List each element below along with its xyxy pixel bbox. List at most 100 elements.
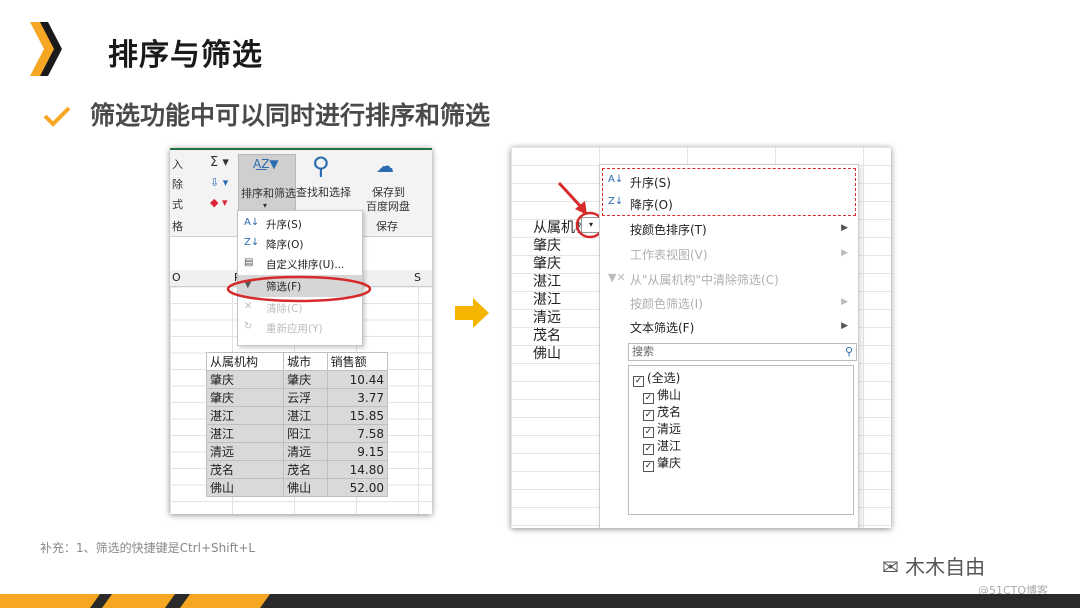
table-cell[interactable]: 3.77 [326, 388, 389, 407]
table-cell[interactable]: 佛山 [283, 478, 328, 497]
table-cell[interactable]: 肇庆 [205, 388, 285, 407]
column-cell[interactable]: 肇庆 [533, 253, 561, 273]
table-cell[interactable]: 10.44 [326, 370, 389, 389]
fill-icon[interactable]: ⇩ ▾ [210, 176, 228, 189]
column-cell[interactable]: 湛江 [533, 289, 561, 309]
table-row: 肇庆 云浮 3.77 [205, 388, 389, 407]
sort-az-icon: A͟Z▼ [253, 157, 279, 171]
menu-item-sort-by-color[interactable]: 按颜色排序(T) [630, 221, 707, 238]
excel-screenshot-ribbon: 入 除 式 格 Σ ▾ ⇩ ▾ ◆ ▾ A͟Z▼ 排序和筛选 ▾ ⚲ 查找和选择… [170, 148, 432, 514]
checkbox-item[interactable]: ✓ (全选) [633, 369, 680, 387]
sort-desc-icon: Z↓ [244, 237, 260, 248]
ribbon-partial-label: 除 [172, 178, 183, 191]
sort-asc-icon: A↓ [244, 217, 260, 228]
sort-asc-icon: A↓ [608, 174, 624, 185]
checkbox-label: 肇庆 [657, 456, 682, 470]
checkbox-item[interactable]: ✓ 肇庆 [643, 454, 681, 472]
menu-item-reapply[interactable]: 重新应用(Y) [266, 321, 323, 336]
table-row: 湛江 阳江 7.58 [205, 424, 389, 443]
column-header[interactable]: O [172, 271, 181, 284]
table-cell[interactable]: 肇庆 [283, 370, 328, 389]
table-header-row: 从属机构 城市 销售额 [205, 352, 389, 371]
highlight-ellipse [226, 275, 372, 303]
column-header[interactable]: S [414, 271, 421, 284]
table-cell[interactable]: 14.80 [326, 460, 389, 479]
table-cell[interactable]: 茂名 [205, 460, 285, 479]
red-arrow-icon [557, 181, 587, 215]
filter-dropdown-menu: A↓ 升序(S) Z↓ 降序(O) 按颜色排序(T) ▶ 工作表视图(V) ▶ … [599, 164, 859, 528]
table-cell[interactable]: 肇庆 [205, 370, 285, 389]
checkbox-item[interactable]: ✓ 清远 [643, 420, 681, 438]
table-cell[interactable]: 7.58 [326, 424, 389, 443]
table-cell[interactable]: 湛江 [283, 406, 328, 425]
menu-item-asc[interactable]: 升序(S) [266, 217, 302, 232]
table-header-cell[interactable]: 销售额 [326, 352, 389, 371]
footer-stripes [0, 594, 1080, 608]
custom-sort-icon: ▤ [244, 257, 254, 268]
menu-item-sheet-view[interactable]: 工作表视图(V) [630, 246, 708, 263]
slide-subtitle: 筛选功能中可以同时进行排序和筛选 [90, 101, 491, 130]
checkbox-checked-icon: ✓ [643, 461, 654, 472]
table-row: 肇庆 肇庆 10.44 [205, 370, 389, 389]
wechat-icon: ✉ [882, 555, 906, 579]
slide-title: 排序与筛选 [108, 38, 263, 73]
table-cell[interactable]: 湛江 [205, 424, 285, 443]
autosum-icon[interactable]: Σ ▾ [210, 155, 229, 170]
chevron-right-icon: ▶ [841, 321, 848, 331]
checkbox-label: 清远 [657, 422, 682, 436]
ribbon-partial-label: 入 [172, 158, 183, 171]
column-cell[interactable]: 湛江 [533, 271, 561, 291]
ribbon-partial-label: 式 [172, 198, 183, 211]
table-cell[interactable]: 清远 [205, 442, 285, 461]
checkbox-item[interactable]: ✓ 佛山 [643, 386, 681, 404]
menu-item-desc[interactable]: 降序(O) [266, 237, 303, 252]
column-cell[interactable]: 肇庆 [533, 235, 561, 255]
eraser-icon[interactable]: ◆ ▾ [210, 196, 227, 209]
menu-item-filter-by-color[interactable]: 按颜色筛选(I) [630, 295, 703, 312]
checkbox-item[interactable]: ✓ 茂名 [643, 403, 681, 421]
table-cell[interactable]: 15.85 [326, 406, 389, 425]
menu-item-desc[interactable]: 降序(O) [630, 196, 673, 213]
menu-item-clear-filter[interactable]: 从"从属机构"中清除筛选(C) [630, 271, 779, 288]
table-cell[interactable]: 佛山 [205, 478, 285, 497]
column-cell[interactable]: 清远 [533, 307, 561, 327]
menu-item-asc[interactable]: 升序(S) [630, 174, 671, 191]
table-cell[interactable]: 阳江 [283, 424, 328, 443]
magnifier-icon: ⚲ [312, 152, 330, 180]
checkbox-label: (全选) [647, 371, 681, 385]
column-cell[interactable]: 茂名 [533, 325, 561, 345]
search-input[interactable]: 搜索 ⚲ [628, 343, 857, 361]
baidu-label[interactable]: 百度网盘 [366, 198, 410, 214]
table-cell[interactable]: 云浮 [283, 388, 328, 407]
clear-filter-icon: ▼✕ [608, 271, 626, 284]
checkmark-icon [43, 106, 71, 127]
table-cell[interactable]: 茂名 [283, 460, 328, 479]
ribbon-group-label: 格 [172, 220, 183, 233]
table-cell[interactable]: 湛江 [205, 406, 285, 425]
search-icon: ⚲ [844, 345, 853, 358]
table-row: 湛江 湛江 15.85 [205, 406, 389, 425]
checkbox-label: 茂名 [657, 405, 682, 419]
table-cell[interactable]: 清远 [283, 442, 328, 461]
sort-filter-button[interactable]: A͟Z▼ 排序和筛选 ▾ [238, 154, 296, 216]
menu-item-text-filter[interactable]: 文本筛选(F) [630, 319, 694, 336]
chevron-logo-icon [30, 22, 62, 76]
table-cell[interactable]: 9.15 [326, 442, 389, 461]
table-header-cell[interactable]: 从属机构 [205, 352, 285, 371]
checkbox-label: 湛江 [657, 439, 682, 453]
chevron-down-icon: ▾ [263, 201, 268, 210]
column-cell[interactable]: 佛山 [533, 343, 561, 363]
table-header-cell[interactable]: 城市 [283, 352, 328, 371]
filter-values-list: ✓ (全选) ✓ 佛山 ✓ 茂名 ✓ 清远 ✓ 湛江 ✓ 肇庆 [628, 365, 854, 515]
chevron-right-icon: ▶ [841, 297, 848, 307]
sort-desc-icon: Z↓ [608, 196, 624, 207]
table-cell[interactable]: 52.00 [326, 478, 389, 497]
wechat-watermark: ✉ 木木自由 [882, 551, 985, 580]
menu-item-custom-sort[interactable]: 自定义排序(U)... [266, 257, 344, 272]
checkbox-label: 佛山 [657, 388, 682, 402]
right-arrow-icon [455, 298, 489, 328]
find-select-button[interactable]: 查找和选择 [296, 184, 351, 200]
chevron-right-icon: ▶ [841, 223, 848, 233]
checkbox-item[interactable]: ✓ 湛江 [643, 437, 681, 455]
footnote: 补充：1、筛选的快捷键是Ctrl+Shift+L [40, 541, 256, 555]
